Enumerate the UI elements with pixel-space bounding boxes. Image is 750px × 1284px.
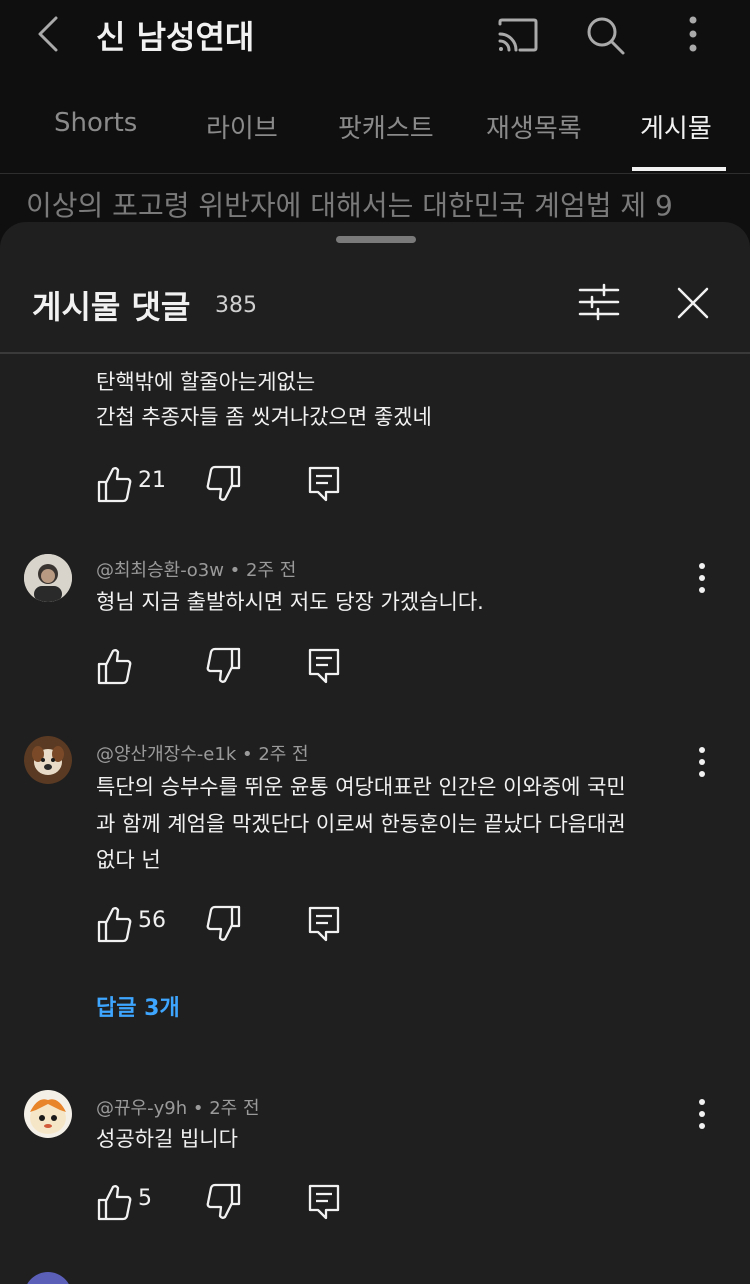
comment-text-cut: · · · (96, 354, 129, 363)
close-icon[interactable] (670, 280, 716, 326)
channel-tabs: Shorts 라이브 팟캐스트 재생목록 게시물 (0, 90, 750, 174)
dislike-icon[interactable] (206, 904, 242, 944)
more-options-icon[interactable] (670, 12, 716, 58)
tab-live[interactable]: 라이브 (206, 108, 278, 145)
comment-more-icon[interactable] (686, 1094, 718, 1134)
like-count: 5 (138, 1186, 152, 1211)
comment-author[interactable]: @양산개장수-e1k (96, 744, 236, 765)
avatar[interactable] (24, 1090, 72, 1138)
comments-list[interactable]: · · · 탄핵밖에 할줄아는게없는 간첩 추종자들 좀 씻겨나갔으면 좋겠네 … (0, 354, 750, 1284)
comment-more-icon[interactable] (686, 742, 718, 782)
meta-dot: • (192, 1098, 210, 1119)
like-count: 21 (138, 468, 166, 493)
tab-posts[interactable]: 게시물 (640, 108, 712, 145)
reply-icon[interactable] (306, 1182, 342, 1222)
like-icon[interactable] (96, 464, 132, 504)
avatar[interactable] (24, 1272, 72, 1284)
avatar[interactable] (24, 554, 72, 602)
comment-author[interactable]: @뀨우-y9h (96, 1098, 187, 1119)
tab-shorts[interactable]: Shorts (54, 108, 137, 138)
dislike-icon[interactable] (206, 646, 242, 686)
comment-count: 385 (215, 293, 257, 318)
search-icon[interactable] (582, 12, 628, 58)
comment-author[interactable]: @최최승환-o3w (96, 560, 224, 581)
tab-playlists[interactable]: 재생목록 (486, 108, 582, 145)
comments-sheet: 게시물 댓글 385 · · · 탄핵밖에 할줄아는게없는 간첩 추종자들 좀 … (0, 222, 750, 1284)
cast-icon[interactable] (494, 12, 540, 58)
comment-text: 특단의 승부수를 뛰운 윤통 여당대표란 인간은 이와중에 국민 (96, 775, 626, 799)
comment-text: 성공하길 빕니다 (96, 1127, 238, 1151)
reply-icon[interactable] (306, 646, 342, 686)
comment-time: 2주 전 (209, 1098, 260, 1119)
comment-time: 2주 전 (258, 744, 309, 765)
like-icon[interactable] (96, 1182, 132, 1222)
meta-dot: • (241, 744, 259, 765)
like-count: 56 (138, 908, 166, 933)
like-icon[interactable] (96, 904, 132, 944)
dislike-icon[interactable] (206, 464, 242, 504)
comment-time: 2주 전 (246, 560, 297, 581)
post-text-preview: 이상의 포고령 위반자에 대해서는 대한민국 계엄법 제 9 (26, 189, 673, 222)
sheet-title: 게시물 댓글 (32, 288, 191, 326)
view-replies-link[interactable]: 답글 3개 (96, 990, 180, 1022)
comment-text: 없다 넌 (96, 848, 161, 872)
back-arrow-icon[interactable] (30, 14, 70, 54)
comment-meta: @최최승환-o3w • 2주 전 (96, 556, 296, 582)
comment-text: 형님 지금 출발하시면 저도 당장 가겠습니다. (96, 590, 484, 614)
active-tab-indicator (632, 167, 726, 171)
like-icon[interactable] (96, 646, 132, 686)
comment-text: 간첩 추종자들 좀 씻겨나갔으면 좋겠네 (96, 405, 432, 429)
reply-icon[interactable] (306, 464, 342, 504)
channel-title: 신 남성연대 (96, 18, 255, 56)
comment-more-icon[interactable] (686, 558, 718, 598)
avatar[interactable] (24, 736, 72, 784)
tab-podcast[interactable]: 팟캐스트 (338, 108, 434, 145)
comment-text: 탄핵밖에 할줄아는게없는 (96, 370, 316, 394)
dislike-icon[interactable] (206, 1182, 242, 1222)
sort-filter-icon[interactable] (576, 282, 622, 322)
comment-meta: @양산개장수-e1k • 2주 전 (96, 740, 309, 766)
comment-meta: @뀨우-y9h • 2주 전 (96, 1094, 260, 1120)
app-bar: 신 남성연대 (0, 0, 750, 70)
drag-handle[interactable] (336, 236, 416, 243)
reply-icon[interactable] (306, 904, 342, 944)
meta-dot: • (229, 560, 246, 581)
comment-text: 과 함께 계엄을 막겠단다 이로써 한동훈이는 끝났다 다음대권 (96, 812, 626, 836)
